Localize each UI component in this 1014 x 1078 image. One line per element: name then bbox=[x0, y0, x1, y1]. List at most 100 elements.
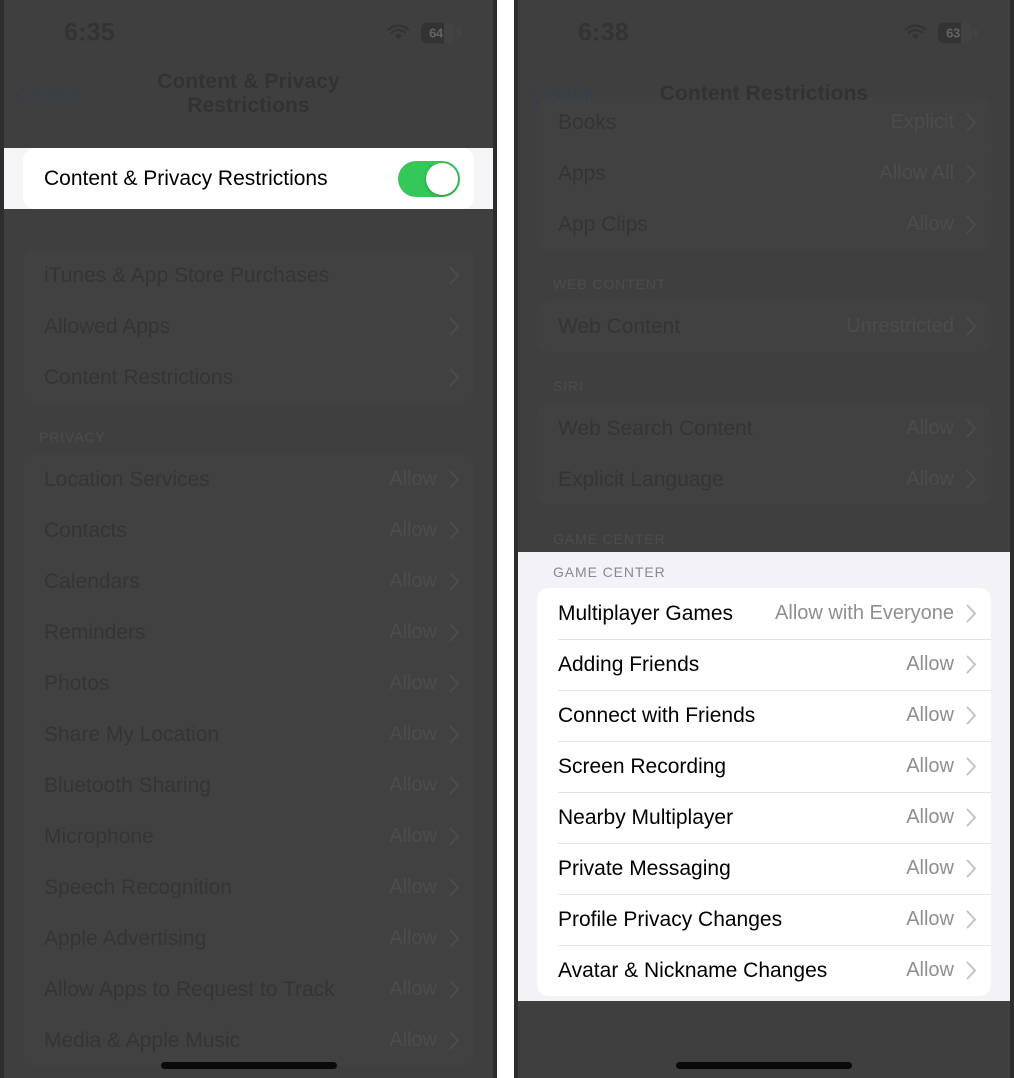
row-label: Content Restrictions bbox=[44, 365, 234, 389]
row-value: Allow bbox=[906, 213, 954, 235]
chevron-right-icon bbox=[449, 572, 459, 591]
chevron-right-icon bbox=[449, 674, 459, 693]
right-back-button[interactable]: Back bbox=[528, 81, 595, 107]
row-profile-privacy-changes[interactable]: Profile Privacy Changes Allow bbox=[537, 894, 991, 945]
row-bluetooth-sharing[interactable]: Bluetooth Sharing Allow bbox=[23, 760, 474, 811]
right-status-time: 6:38 bbox=[578, 18, 629, 47]
row-allow-apps-to-request-to-track[interactable]: Allow Apps to Request to Track Allow bbox=[23, 964, 474, 1015]
left-home-indicator bbox=[160, 1062, 337, 1069]
row-location-services[interactable]: Location Services Allow bbox=[23, 454, 474, 505]
row-value: Allow All bbox=[879, 162, 954, 184]
chevron-right-icon bbox=[966, 808, 976, 827]
row-value: Allow bbox=[906, 755, 954, 777]
right-group-web-content: Web Content Unrestricted bbox=[537, 301, 991, 352]
left-status-indicators: 64 bbox=[387, 22, 461, 44]
row-explicit-language[interactable]: Explicit Language Allow bbox=[537, 454, 991, 505]
row-label: Allowed Apps bbox=[44, 314, 171, 338]
row-media-apple-music[interactable]: Media & Apple Music Allow bbox=[23, 1015, 474, 1066]
battery-icon: 64 bbox=[421, 22, 461, 44]
row-calendars[interactable]: Calendars Allow bbox=[23, 556, 474, 607]
row-microphone[interactable]: Microphone Allow bbox=[23, 811, 474, 862]
chevron-right-icon bbox=[966, 215, 976, 234]
row-label: Share My Location bbox=[44, 722, 220, 746]
row-value: Allow bbox=[389, 927, 437, 949]
left-status-bar: 6:35 64 bbox=[0, 0, 497, 66]
left-phone-screenshot: 6:35 64 Back Content & Privacy Restricti… bbox=[0, 0, 497, 1078]
row-value: Allow bbox=[906, 908, 954, 930]
row-avatar-nickname-changes[interactable]: Avatar & Nickname Changes Allow bbox=[537, 945, 991, 996]
row-screen-recording[interactable]: Screen Recording Allow bbox=[537, 741, 991, 792]
left-section-header-privacy: PRIVACY bbox=[39, 429, 106, 445]
row-value: Allow bbox=[389, 621, 437, 643]
left-back-button[interactable]: Back bbox=[14, 81, 81, 107]
right-section-header-siri: SIRI bbox=[553, 378, 584, 394]
row-speech-recognition[interactable]: Speech Recognition Allow bbox=[23, 862, 474, 913]
battery-cap bbox=[457, 28, 461, 38]
row-adding-friends[interactable]: Adding Friends Allow bbox=[537, 639, 991, 690]
row-value: Allow with Everyone bbox=[775, 602, 954, 624]
row-share-my-location[interactable]: Share My Location Allow bbox=[23, 709, 474, 760]
row-web-search-content[interactable]: Web Search Content Allow bbox=[537, 403, 991, 454]
row-value: Allow bbox=[389, 1029, 437, 1051]
game-center-section-header: GAME CENTER bbox=[553, 564, 666, 580]
right-section-header-web-content: WEB CONTENT bbox=[553, 276, 667, 292]
chevron-right-icon bbox=[449, 980, 459, 999]
row-itunes-purchases[interactable]: iTunes & App Store Purchases bbox=[23, 250, 474, 301]
chevron-right-icon bbox=[966, 419, 976, 438]
right-section-header-game-center-under: GAME CENTER bbox=[553, 531, 666, 547]
row-label: Microphone bbox=[44, 824, 154, 848]
row-apps[interactable]: Apps Allow All bbox=[537, 148, 991, 199]
left-settings-list[interactable]: Content & Privacy Restrictions iTunes & … bbox=[0, 121, 497, 1078]
row-value: Allow bbox=[906, 806, 954, 828]
row-private-messaging[interactable]: Private Messaging Allow bbox=[537, 843, 991, 894]
right-highlighted-region: GAME CENTER Multiplayer Games Allow with … bbox=[514, 552, 1014, 1001]
chevron-right-icon bbox=[966, 164, 976, 183]
row-label: Profile Privacy Changes bbox=[558, 907, 783, 931]
left-highlighted-region: Content & Privacy Restrictions bbox=[0, 148, 497, 209]
row-label: Photos bbox=[44, 671, 110, 695]
row-label: Multiplayer Games bbox=[558, 601, 734, 625]
phone-gap-divider bbox=[497, 0, 514, 1078]
wifi-icon bbox=[387, 24, 410, 40]
row-label: App Clips bbox=[558, 212, 648, 236]
row-value: Allow bbox=[906, 653, 954, 675]
chevron-right-icon bbox=[449, 1031, 459, 1050]
row-nearby-multiplayer[interactable]: Nearby Multiplayer Allow bbox=[537, 792, 991, 843]
row-connect-with-friends[interactable]: Connect with Friends Allow bbox=[537, 690, 991, 741]
chevron-right-icon bbox=[449, 878, 459, 897]
row-label: iTunes & App Store Purchases bbox=[44, 263, 330, 287]
chevron-right-icon bbox=[966, 317, 976, 336]
row-value: Allow bbox=[389, 774, 437, 796]
row-label: Web Content bbox=[558, 314, 681, 338]
row-value: Allow bbox=[906, 704, 954, 726]
content-privacy-restrictions-toggle-row[interactable]: Content & Privacy Restrictions bbox=[23, 148, 474, 209]
content-privacy-restrictions-toggle[interactable] bbox=[398, 160, 460, 197]
left-status-time: 6:35 bbox=[64, 18, 115, 47]
row-multiplayer-games[interactable]: Multiplayer Games Allow with Everyone bbox=[537, 588, 991, 639]
row-value: Allow bbox=[389, 876, 437, 898]
row-label: Web Search Content bbox=[558, 416, 753, 440]
battery-empty-portion bbox=[444, 22, 455, 44]
chevron-right-icon bbox=[449, 266, 459, 285]
row-label: Speech Recognition bbox=[44, 875, 232, 899]
row-reminders[interactable]: Reminders Allow bbox=[23, 607, 474, 658]
chevron-right-icon bbox=[966, 859, 976, 878]
row-label: Avatar & Nickname Changes bbox=[558, 958, 828, 982]
row-allowed-apps[interactable]: Allowed Apps bbox=[23, 301, 474, 352]
row-apple-advertising[interactable]: Apple Advertising Allow bbox=[23, 913, 474, 964]
row-label: Bluetooth Sharing bbox=[44, 773, 211, 797]
row-label: Private Messaging bbox=[558, 856, 731, 880]
row-label: Allow Apps to Request to Track bbox=[44, 977, 335, 1001]
row-content-restrictions[interactable]: Content Restrictions bbox=[23, 352, 474, 403]
chevron-right-icon bbox=[449, 317, 459, 336]
chevron-right-icon bbox=[966, 604, 976, 623]
row-photos[interactable]: Photos Allow bbox=[23, 658, 474, 709]
row-label: Screen Recording bbox=[558, 754, 727, 778]
row-web-content[interactable]: Web Content Unrestricted bbox=[537, 301, 991, 352]
row-app-clips[interactable]: App Clips Allow bbox=[537, 199, 991, 250]
row-value: Allow bbox=[389, 570, 437, 592]
row-label: Location Services bbox=[44, 467, 210, 491]
row-value: Allow bbox=[389, 672, 437, 694]
chevron-right-icon bbox=[449, 929, 459, 948]
row-contacts[interactable]: Contacts Allow bbox=[23, 505, 474, 556]
